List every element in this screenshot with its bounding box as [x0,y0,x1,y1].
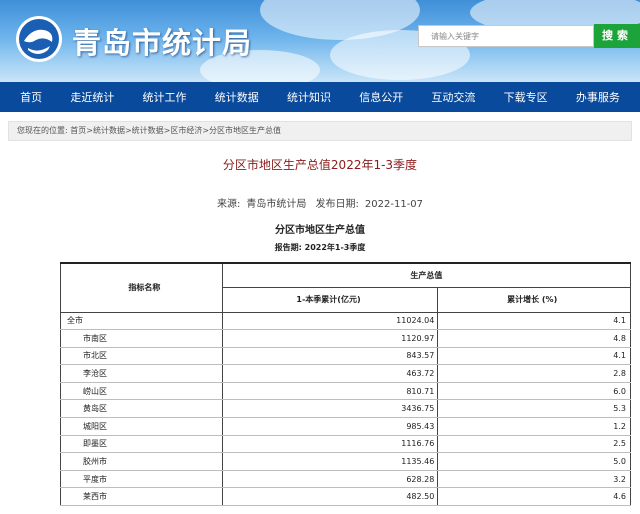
growth-cell: 4.8 [437,329,631,348]
gdp-value-cell: 1135.46 [221,452,439,471]
region-name-cell: 崂山区 [60,382,223,401]
growth-cell: 4.1 [437,312,631,331]
table-body: 全市 11024.04 4.1 市南区 1120.97 4.8 市北区 843.57 4.1 李沧… [60,312,631,507]
region-name-cell: 胶州市 [60,452,223,471]
table-row: 莱西市 482.50 4.6 [60,487,631,507]
gdp-value-cell: 843.57 [221,347,439,366]
gdp-value-cell: 1120.97 [221,329,439,348]
site-header: 青岛市统计局 请输入关键字 搜索 [0,0,640,82]
gdp-table: 指标名称 生产总值 1-本季累计(亿元) 累计增长 (%) 全市 11024.04… [60,262,632,507]
header-cumulative: 1-本季累计(亿元) [221,286,439,313]
growth-cell: 1.2 [437,417,631,436]
region-name-cell: 全市 [60,312,223,331]
nav-item-downloads[interactable]: 下载专区 [504,89,548,105]
region-name-cell: 平度市 [60,470,223,489]
growth-cell: 3.2 [437,470,631,489]
growth-cell: 4.6 [437,487,631,507]
growth-cell: 2.5 [437,435,631,454]
region-name-cell: 黄岛区 [60,399,223,419]
nav-item-disclosure[interactable]: 信息公开 [359,89,403,105]
region-name-cell: 市北区 [60,347,223,366]
gdp-value-cell: 1116.76 [221,435,439,454]
table-row: 城阳区 985.43 1.2 [60,417,631,436]
region-name-cell: 城阳区 [60,417,223,436]
report-period: 报告期: 2022年1-3季度 [274,243,366,252]
main-nav: 首页 走近统计 统计工作 统计数据 统计知识 信息公开 互动交流 下载专区 办事… [0,82,640,112]
gdp-value-cell: 11024.04 [221,312,439,331]
region-name-cell: 即墨区 [60,435,223,454]
nav-item-work[interactable]: 统计工作 [143,89,187,105]
nav-item-interaction[interactable]: 互动交流 [431,89,475,105]
gdp-value-cell: 985.43 [221,417,439,436]
date-label: 发布日期: [315,199,359,210]
table-row: 市南区 1120.97 4.8 [60,329,631,348]
table-row: 李沧区 463.72 2.8 [60,364,631,383]
bureau-logo-icon[interactable] [14,14,64,64]
growth-cell: 4.1 [437,347,631,366]
search-input[interactable]: 请输入关键字 [418,25,594,47]
table-row: 全市 11024.04 4.1 [60,312,631,331]
gdp-value-cell: 482.50 [221,487,439,507]
gdp-value-cell: 3436.75 [221,399,439,419]
header-growth: 累计增长 (%) [437,286,631,313]
gdp-value-cell: 463.72 [221,364,439,383]
table-title: 分区市地区生产总值 [275,225,365,236]
nav-item-home[interactable]: 首页 [20,89,42,105]
region-name-cell: 莱西市 [60,487,223,507]
search-button[interactable]: 搜索 [594,24,640,48]
table-row: 胶州市 1135.46 5.0 [60,452,631,471]
gdp-value-cell: 810.71 [221,382,439,401]
table-row: 市北区 843.57 4.1 [60,347,631,366]
source-value: 青岛市统计局 [246,199,307,210]
region-name-cell: 市南区 [60,329,223,348]
header-indicator: 指标名称 [60,262,223,313]
growth-cell: 2.8 [437,364,631,383]
region-name-cell: 李沧区 [60,364,223,383]
table-row: 即墨区 1116.76 2.5 [60,435,631,454]
nav-item-services[interactable]: 办事服务 [576,89,620,105]
source-label: 来源: [216,199,241,210]
table-row: 黄岛区 3436.75 5.3 [60,399,631,419]
breadcrumb[interactable]: 您现在的位置: 首页>统计数据>统计数据>区市经济>分区市地区生产总值 [8,121,632,141]
table-row: 崂山区 810.71 6.0 [60,382,631,401]
nav-item-data[interactable]: 统计数据 [215,89,259,105]
table-row: 平度市 628.28 3.2 [60,470,631,489]
growth-cell: 5.0 [437,452,631,471]
date-value: 2022-11-07 [364,199,424,210]
growth-cell: 6.0 [437,382,631,401]
page-title: 分区市地区生产总值2022年1-3季度 [222,158,418,172]
article-meta: 来源: 青岛市统计局 发布日期: 2022-11-07 [0,195,640,210]
nav-item-about[interactable]: 走近统计 [70,89,114,105]
site-title[interactable]: 青岛市统计局 [72,20,252,62]
header-gdp-group: 生产总值 [221,262,632,288]
nav-item-knowledge[interactable]: 统计知识 [287,89,331,105]
growth-cell: 5.3 [437,399,631,419]
gdp-value-cell: 628.28 [221,470,439,489]
